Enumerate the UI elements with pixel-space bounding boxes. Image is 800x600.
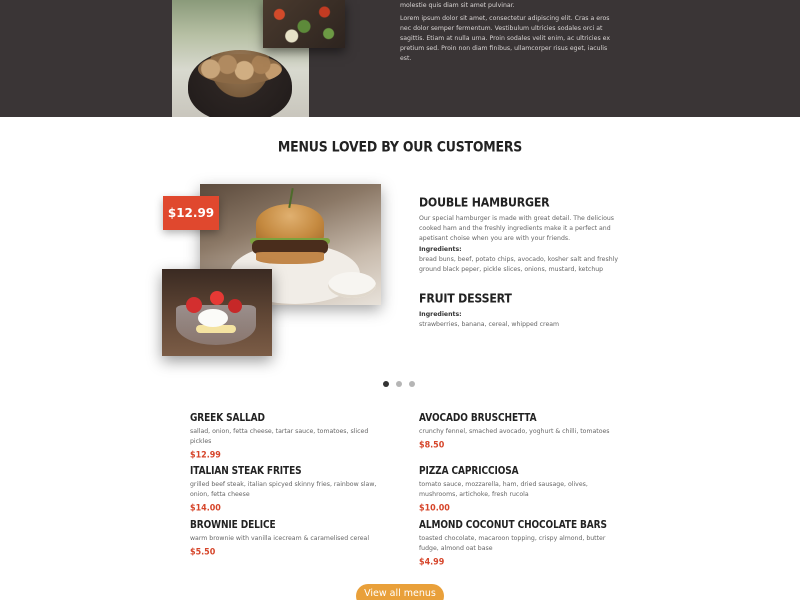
- slider-dot-1[interactable]: [383, 381, 389, 387]
- menu-item-name: GREEK SALLAD: [190, 413, 265, 425]
- featured-ingredients-dessert: strawberries, banana, cereal, whipped cr…: [419, 321, 560, 328]
- menu-item-name: ITALIAN STEAK FRITES: [190, 466, 302, 478]
- menu-item-price: $14.00: [190, 503, 221, 513]
- ingredients-label: Ingredients:: [419, 311, 462, 318]
- about-paragraph: Lorem ipsum dolor sit amet, consectetur …: [400, 15, 611, 62]
- menu-item-name: PIZZA CAPRICCIOSA: [419, 466, 519, 478]
- menu-item: AVOCADO BRUSCHETTA crunchy fennel, smach…: [419, 413, 619, 450]
- menu-item-description: toasted chocolate, macaroon topping, cri…: [419, 535, 606, 552]
- menu-item-name: BROWNIE DELICE: [190, 520, 276, 532]
- about-section: molestie quis diam sit amet pulvinar. Lo…: [0, 0, 800, 117]
- slider-dot-3[interactable]: [409, 381, 415, 387]
- menu-item-description: tomato sauce, mozzarella, ham, dried sau…: [419, 481, 588, 498]
- salad-plate-photo: [263, 0, 345, 48]
- menu-item-price: $8.50: [419, 440, 445, 450]
- menu-item-description: warm brownie with vanilla icecream & car…: [190, 535, 370, 542]
- slider-dot-2[interactable]: [396, 381, 402, 387]
- menu-item: ITALIAN STEAK FRITES grilled beef steak,…: [190, 466, 390, 513]
- menu-item-price: $5.50: [190, 547, 216, 557]
- menu-item-price: $10.00: [419, 503, 450, 513]
- about-text: molestie quis diam sit amet pulvinar. Lo…: [400, 1, 610, 67]
- ingredients-label: Ingredients:: [419, 246, 462, 253]
- fruit-dessert-photo: [162, 269, 272, 356]
- menu-item-name: AVOCADO BRUSCHETTA: [419, 413, 537, 425]
- menu-item-description: sallad, onion, fetta cheese, tartar sauc…: [190, 428, 369, 445]
- featured-price-tag: $12.99: [163, 196, 219, 230]
- menu-item-description: crunchy fennel, smached avocado, yoghurt…: [419, 428, 610, 435]
- menu-item: PIZZA CAPRICCIOSA tomato sauce, mozzarel…: [419, 466, 619, 513]
- featured-title-dessert: FRUIT DESSERT: [419, 291, 512, 306]
- menu-item-description: grilled beef steak, italian spicyed skin…: [190, 481, 377, 498]
- menu-item: ALMOND COCONUT CHOCOLATE BARS toasted ch…: [419, 520, 619, 567]
- menu-item: BROWNIE DELICE warm brownie with vanilla…: [190, 520, 390, 557]
- featured-title-hamburger: DOUBLE HAMBURGER: [419, 195, 550, 210]
- menu-item-name: ALMOND COCONUT CHOCOLATE BARS: [419, 520, 607, 532]
- featured-description-hamburger: Our special hamburger is made with great…: [419, 215, 615, 242]
- menu-item-price: $4.99: [419, 557, 445, 567]
- slider-pagination: [383, 381, 415, 387]
- menu-item-price: $12.99: [190, 450, 221, 460]
- menu-item: GREEK SALLAD sallad, onion, fetta cheese…: [190, 413, 390, 460]
- section-title: MENUS LOVED BY OUR CUSTOMERS: [277, 137, 523, 156]
- about-line: molestie quis diam sit amet pulvinar.: [400, 2, 515, 9]
- featured-ingredients-hamburger: bread buns, beef, potato chips, avocado,…: [419, 256, 618, 273]
- view-all-menus-button[interactable]: View all menus: [356, 584, 444, 600]
